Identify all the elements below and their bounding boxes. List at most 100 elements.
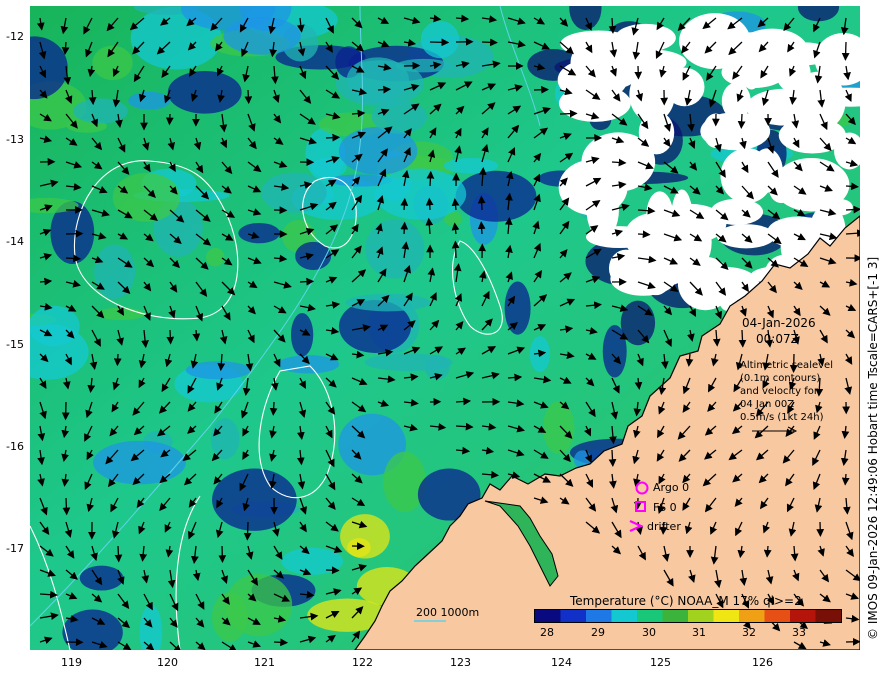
velocity-arrow	[637, 230, 651, 239]
sst-patch	[94, 244, 136, 299]
velocity-arrow	[165, 113, 174, 126]
velocity-arrow	[62, 497, 71, 516]
sst-patch	[364, 353, 453, 372]
velocity-arrow	[738, 329, 747, 348]
colorbar-segment	[739, 610, 765, 622]
colorbar-segment	[611, 610, 638, 622]
sst-patch	[420, 20, 460, 59]
date-label: 04-Jan-2026	[742, 316, 816, 330]
velocity-arrow	[325, 133, 341, 142]
colorbar-gradient	[534, 609, 842, 623]
sst-patch	[371, 100, 427, 134]
sst-patch	[340, 514, 390, 559]
lon-tick: 124	[551, 656, 572, 669]
sst-patch	[346, 57, 410, 103]
velocity-arrow	[845, 205, 862, 214]
lon-tick: 120	[157, 656, 178, 669]
argo-circle-icon	[635, 481, 649, 495]
desc-line: (0.1m contours)	[740, 373, 821, 384]
sst-patch	[504, 281, 531, 335]
colorbar-segment	[586, 610, 612, 622]
lat-tick: -14	[6, 235, 24, 248]
lat-tick: -12	[6, 30, 24, 43]
lat-tick: -16	[6, 440, 24, 453]
desc-line: Altimetric sealevel	[740, 360, 833, 371]
colorbar-tick: 29	[591, 626, 605, 639]
colorbar-title: Temperature (°C) NOAA_M 17% ql>=2	[570, 594, 802, 608]
sst-patch	[338, 126, 418, 175]
velocity-arrow	[400, 221, 409, 235]
lat-tick: -15	[6, 338, 24, 351]
colorbar-tick: 28	[540, 626, 554, 639]
velocity-arrow	[841, 41, 850, 61]
sst-patch	[261, 172, 327, 213]
velocity-arrow	[325, 566, 340, 575]
sst-patch	[79, 565, 124, 591]
side-credit: © IMOS 09-Jan-2026 12:49:06 Hobart time …	[866, 256, 880, 640]
colorbar-segment	[535, 610, 561, 622]
sst-patch	[374, 168, 467, 220]
sst-patch	[167, 71, 242, 114]
sst-patch	[365, 219, 425, 279]
velocity-arrow	[559, 109, 578, 118]
colorbar-segment	[815, 610, 842, 622]
velocity-arrow	[113, 353, 122, 367]
sst-patch	[290, 312, 314, 357]
colorbar-segment	[688, 610, 714, 622]
sst-patch	[311, 157, 347, 178]
colorbar-tick: 30	[642, 626, 656, 639]
sst-patch	[602, 325, 627, 378]
colorbar-segment	[790, 610, 816, 622]
velocity-arrow	[65, 254, 82, 263]
velocity-arrow	[841, 473, 850, 486]
cloud-patch	[615, 23, 676, 52]
velocity-arrow	[299, 277, 315, 286]
lon-tick: 121	[254, 656, 275, 669]
lon-tick: 122	[352, 656, 373, 669]
sst-patch	[73, 98, 128, 124]
cloud-patch	[679, 13, 751, 70]
colorbar-tick: 33	[792, 626, 806, 639]
velocity-arrow	[273, 638, 289, 647]
sst-patch	[225, 573, 293, 637]
sst-map	[0, 0, 880, 672]
velocity-arrow	[477, 195, 486, 211]
velocity-arrow	[377, 85, 392, 94]
scale-arrow-icon	[752, 426, 798, 436]
lat-tick: -13	[6, 133, 24, 146]
colorbar-tick: 32	[742, 626, 756, 639]
cloud-patch	[700, 112, 771, 151]
velocity-arrow	[243, 521, 252, 541]
colorbar-segment	[764, 610, 791, 622]
velocity-arrow	[763, 545, 772, 558]
lon-tick: 125	[650, 656, 671, 669]
colorbar-segment	[560, 610, 587, 622]
colorbar-tick: 31	[692, 626, 706, 639]
velocity-arrow	[114, 545, 123, 563]
sst-patch	[277, 355, 340, 374]
velocity-arrow	[608, 449, 617, 468]
velocity-arrow	[192, 329, 201, 342]
sst-patch	[542, 401, 575, 455]
desc-line: and velocity for	[740, 386, 819, 397]
legend-argo-label: Argo 0	[653, 481, 690, 494]
legend-fs-label: FS 0	[653, 501, 677, 514]
velocity-arrow	[244, 89, 253, 105]
isobath-swatch	[414, 620, 446, 622]
velocity-arrow	[426, 170, 435, 187]
sst-patch	[529, 335, 550, 373]
colorbar-segment	[713, 610, 740, 622]
lat-tick: -17	[6, 542, 24, 555]
velocity-arrow	[611, 158, 627, 167]
desc-line: 04 Jan 00Z	[740, 399, 795, 410]
lon-tick: 119	[61, 656, 82, 669]
velocity-arrow	[737, 113, 746, 130]
lon-tick: 123	[450, 656, 471, 669]
velocity-arrow	[425, 197, 434, 211]
cloud-patch	[624, 67, 676, 85]
fs-square-icon	[635, 501, 646, 512]
sst-patch	[210, 418, 240, 460]
velocity-arrow	[451, 240, 460, 259]
colorbar-segment	[662, 610, 689, 622]
map-panel	[0, 0, 880, 672]
